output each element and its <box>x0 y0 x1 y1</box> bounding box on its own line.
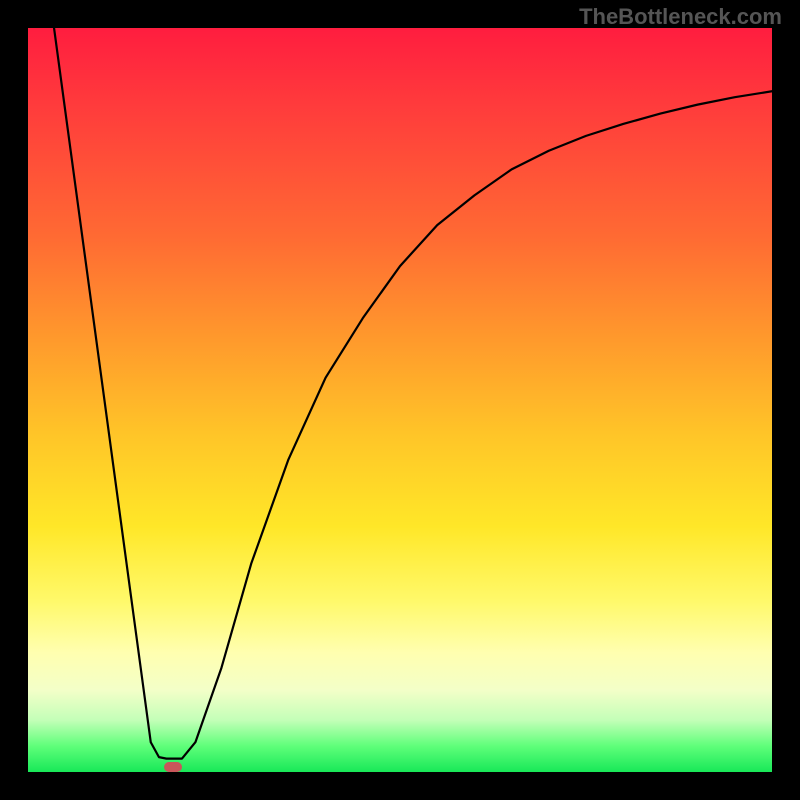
plot-area <box>28 28 772 772</box>
minimum-marker <box>164 762 182 772</box>
chart-frame: TheBottleneck.com <box>0 0 800 800</box>
watermark-text: TheBottleneck.com <box>579 4 782 30</box>
bottleneck-curve <box>54 28 772 759</box>
curve-svg <box>28 28 772 772</box>
